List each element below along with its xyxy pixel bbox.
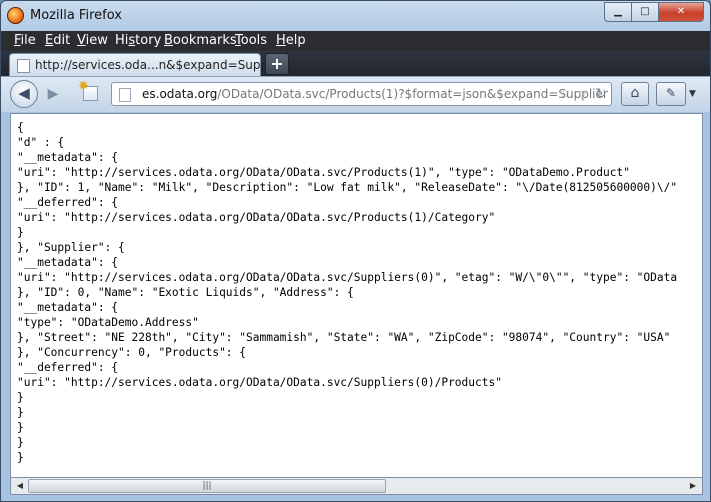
- home-button[interactable]: ⌂: [621, 82, 649, 106]
- menu-help[interactable]: Help: [276, 33, 306, 48]
- json-line: }, "ID": 1, "Name": "Milk", "Description…: [17, 181, 678, 194]
- json-line: {: [17, 121, 24, 134]
- menu-bar: File Edit View History Bookmarks Tools H…: [1, 31, 710, 51]
- close-button[interactable]: ✕: [658, 2, 704, 22]
- tab-active[interactable]: http://services.oda...n&$expand=Supplier: [9, 53, 287, 76]
- json-line: }: [17, 406, 24, 419]
- address-bar[interactable]: es.odata.org/OData/OData.svc/Products(1)…: [111, 82, 612, 106]
- new-page-icon[interactable]: ✸: [78, 79, 100, 103]
- json-line: "type": "ODataDemo.Address": [17, 316, 199, 329]
- json-line: "uri": "http://services.odata.org/OData/…: [17, 271, 678, 284]
- tab-label: http://services.oda...n&$expand=Supplier: [35, 58, 288, 72]
- menu-view[interactable]: View: [77, 33, 108, 48]
- menu-history[interactable]: History: [115, 33, 161, 48]
- json-line: "__metadata": {: [17, 301, 119, 314]
- tab-strip: http://services.oda...n&$expand=Supplier…: [1, 51, 710, 76]
- scroll-right-icon[interactable]: ▶: [685, 479, 701, 493]
- json-line: "__deferred": {: [17, 361, 119, 374]
- menu-bookmarks[interactable]: Bookmarks: [164, 33, 237, 48]
- json-line: "__metadata": {: [17, 151, 119, 164]
- minimize-button[interactable]: ▁: [604, 2, 632, 22]
- browser-window: Mozilla Firefox ▁ □ ✕ File Edit View His…: [0, 0, 711, 502]
- json-line: "uri": "http://services.odata.org/OData/…: [17, 211, 496, 224]
- menu-file[interactable]: File: [14, 33, 36, 48]
- back-button[interactable]: ◀: [10, 80, 38, 108]
- json-line: "__metadata": {: [17, 256, 119, 269]
- window-controls: ▁ □ ✕: [604, 2, 704, 22]
- title-bar[interactable]: Mozilla Firefox ▁ □ ✕: [1, 1, 710, 31]
- json-line: }: [17, 451, 24, 464]
- url-text[interactable]: es.odata.org/OData/OData.svc/Products(1)…: [142, 87, 608, 101]
- json-line: }: [17, 421, 24, 434]
- scroll-left-icon[interactable]: ◀: [12, 479, 28, 493]
- json-line: }: [17, 436, 24, 449]
- reload-icon[interactable]: ↻: [595, 86, 607, 102]
- bookmark-star-icon[interactable]: ☆: [558, 86, 571, 102]
- horizontal-scrollbar[interactable]: ◀ ||| ▶: [10, 478, 703, 495]
- url-dropdown-icon[interactable]: ▽: [578, 88, 586, 101]
- window-title: Mozilla Firefox: [30, 8, 122, 23]
- json-line: "uri": "http://services.odata.org/OData/…: [17, 166, 630, 179]
- json-line: }: [17, 226, 24, 239]
- new-tab-button[interactable]: +: [265, 53, 289, 75]
- site-identity-icon[interactable]: [119, 88, 131, 102]
- addon-button[interactable]: ✎: [656, 82, 686, 106]
- scroll-thumb[interactable]: |||: [28, 479, 386, 493]
- menu-tools[interactable]: Tools: [235, 33, 267, 48]
- addon-dropdown-icon[interactable]: ▼: [689, 89, 696, 99]
- forward-button[interactable]: ▶: [41, 84, 65, 104]
- menu-edit[interactable]: Edit: [45, 33, 70, 48]
- json-line: }, "Supplier": {: [17, 241, 125, 254]
- json-line: }, "Concurrency": 0, "Products": {: [17, 346, 247, 359]
- page-icon: [17, 59, 30, 73]
- page-content[interactable]: { "d" : { "__metadata": { "uri": "http://se…: [10, 113, 703, 478]
- json-line: }, "ID": 0, "Name": "Exotic Liquids", "A…: [17, 286, 354, 299]
- maximize-button[interactable]: □: [631, 2, 659, 22]
- json-text: { "d" : { "__metadata": { "uri": "http://se…: [17, 120, 677, 465]
- json-line: }, "Street": "NE 228th", "City": "Sammam…: [17, 331, 671, 344]
- json-line: }: [17, 391, 24, 404]
- json-line: "__deferred": {: [17, 196, 119, 209]
- navigation-toolbar: ◀ ▶ ✸ es.odata.org/OData/OData.svc/Produ…: [1, 76, 710, 112]
- firefox-icon: [7, 7, 24, 24]
- json-line: "uri": "http://services.odata.org/OData/…: [17, 376, 502, 389]
- json-line: "d" : {: [17, 136, 65, 149]
